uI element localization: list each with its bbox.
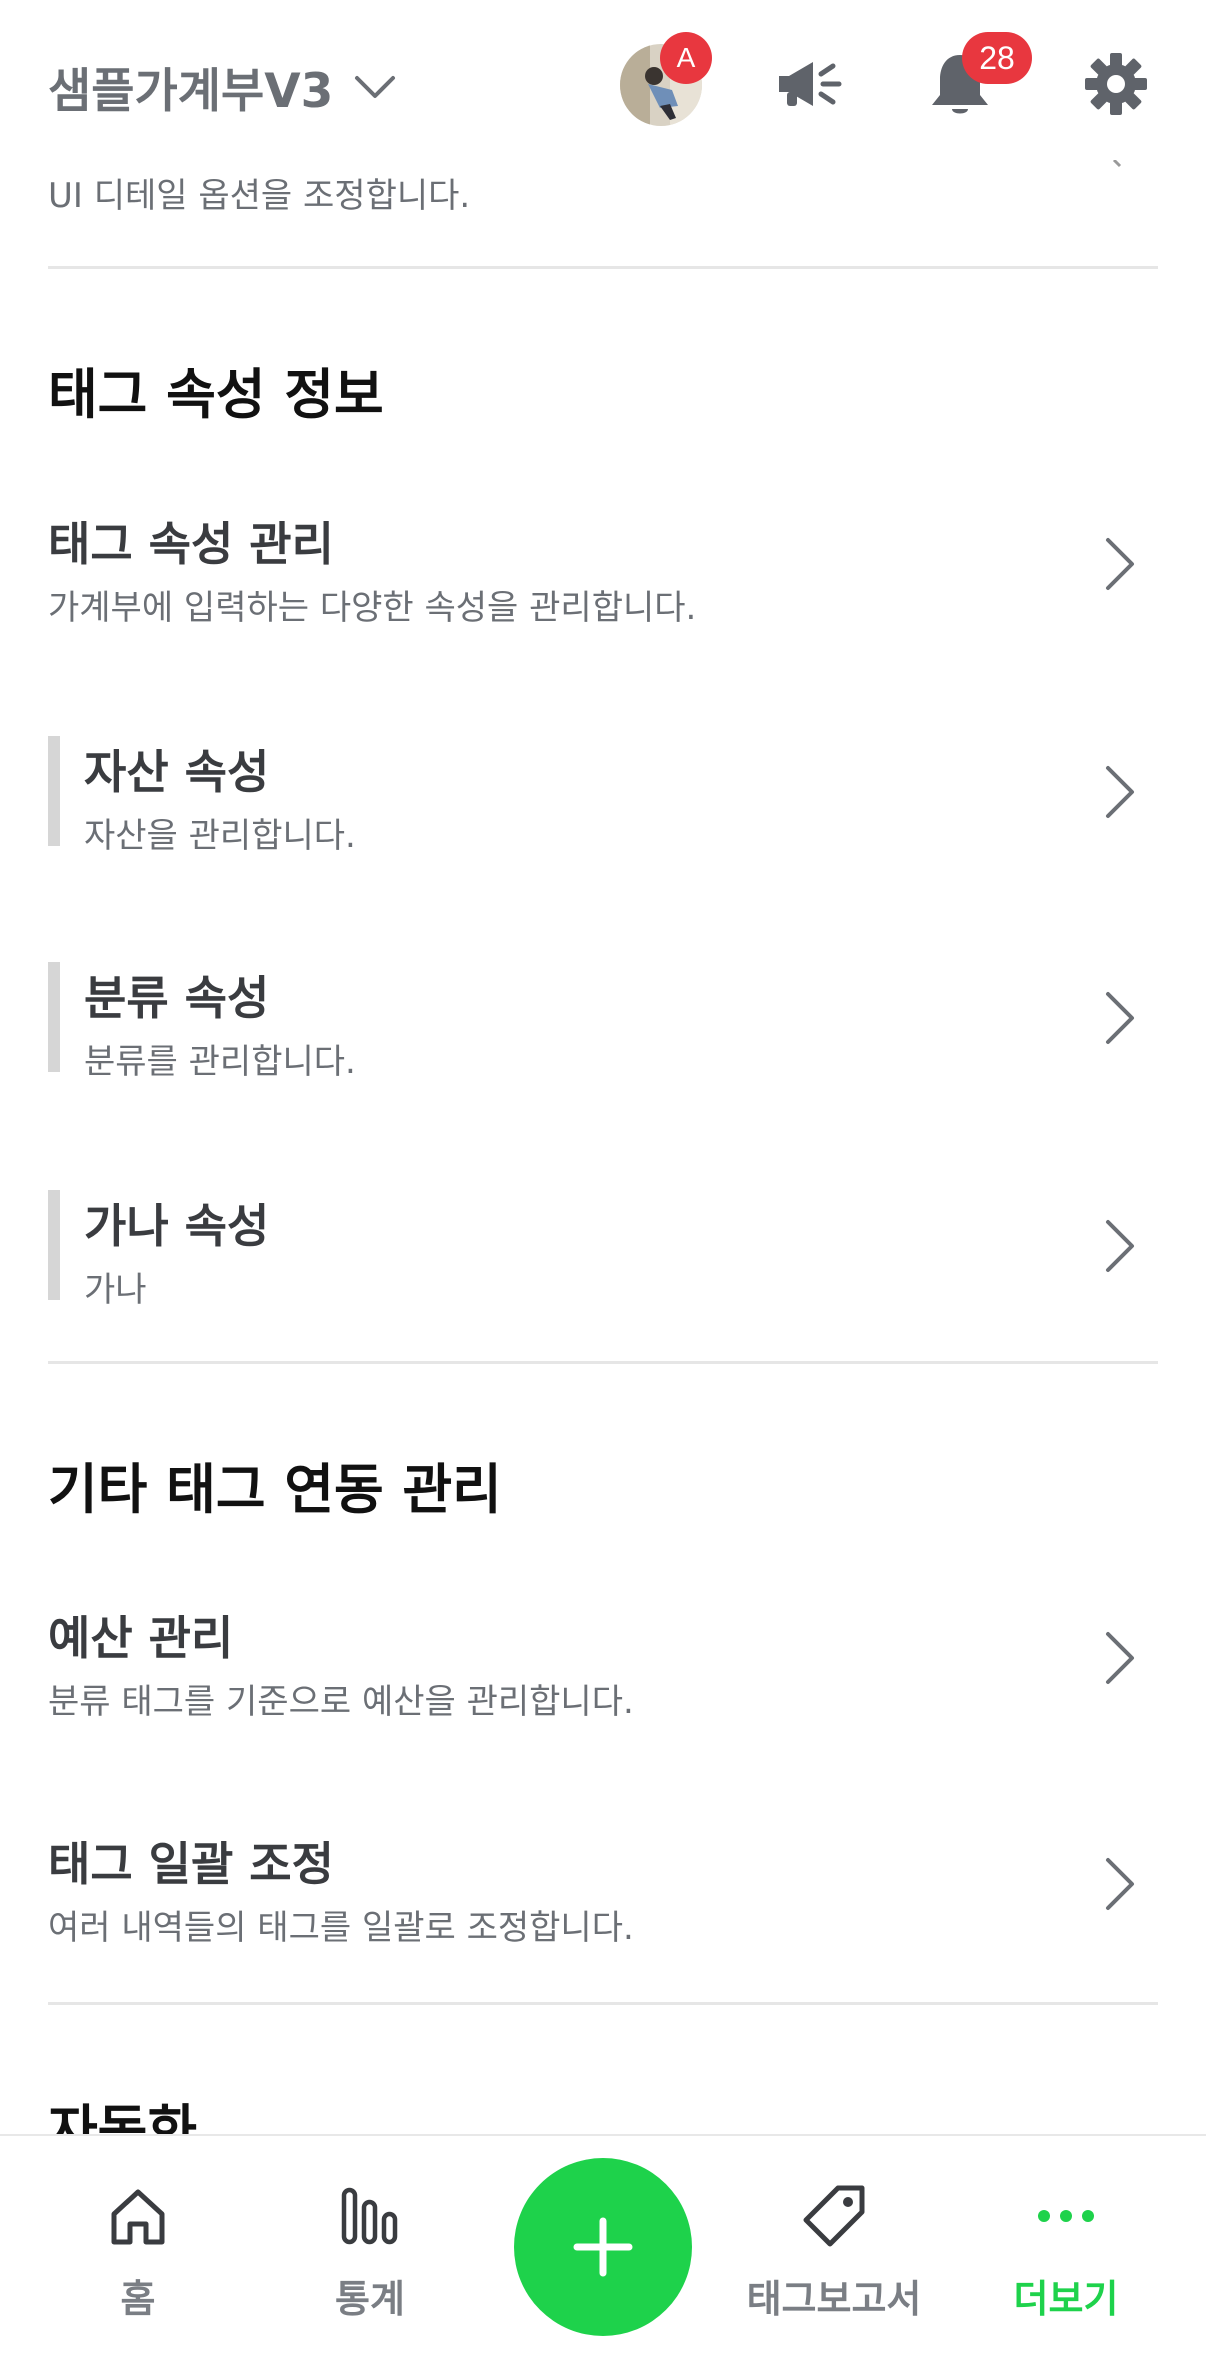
menu-item-tag-attribute-manage[interactable]: 태그 속성 관리 가계부에 입력하는 다양한 속성을 관리합니다.	[0, 508, 1206, 688]
chevron-right-icon	[1106, 992, 1134, 1044]
section-divider	[48, 2002, 1158, 2005]
nav-label: 더보기	[1013, 2277, 1119, 2321]
avatar-badge: A	[660, 32, 712, 84]
plus-icon	[573, 2217, 633, 2277]
indent-bar	[48, 1190, 60, 1300]
menu-item-title: 분류 속성	[84, 971, 270, 1025]
nav-item-tag-report[interactable]: 태그보고서	[734, 2180, 934, 2330]
section-title: 태그 속성 정보	[48, 363, 384, 426]
menu-item-subtitle: 여러 내역들의 태그를 일괄로 조정합니다.	[48, 1908, 634, 1948]
notification-count-badge: 28	[962, 32, 1032, 84]
menu-item-subtitle: 분류 태그를 기준으로 예산을 관리합니다.	[48, 1682, 634, 1722]
megaphone-icon[interactable]	[770, 44, 850, 124]
menu-item-title: 태그 속성 관리	[48, 517, 334, 571]
home-icon	[102, 2180, 174, 2252]
menu-item-title: 태그 일괄 조정	[48, 1837, 334, 1891]
book-selector[interactable]: 샘플가계부V3	[48, 52, 397, 121]
partial-item-subtitle: UI 디테일 옵션을 조정합니다.	[48, 176, 471, 216]
nav-label: 태그보고서	[746, 2277, 922, 2321]
menu-item-budget-manage[interactable]: 예산 관리 분류 태그를 기준으로 예산을 관리합니다.	[0, 1602, 1206, 1782]
menu-item-title: 예산 관리	[48, 1611, 234, 1665]
chevron-right-icon	[1106, 1858, 1134, 1910]
add-transaction-button[interactable]	[514, 2158, 692, 2336]
menu-item-title: 자산 속성	[84, 745, 270, 799]
nav-item-more[interactable]: 더보기	[966, 2180, 1166, 2330]
more-icon	[1030, 2180, 1102, 2252]
nav-item-stats[interactable]: 통계	[270, 2180, 470, 2330]
menu-item-gana-attribute[interactable]: 가나 속성 가나	[0, 1190, 1206, 1370]
menu-item-asset-attribute[interactable]: 자산 속성 자산을 관리합니다.	[0, 736, 1206, 916]
chevron-down-icon	[355, 75, 396, 98]
menu-item-title: 가나 속성	[84, 1199, 270, 1253]
chevron-right-icon	[1106, 538, 1134, 590]
nav-label: 홈	[120, 2277, 156, 2321]
indent-bar	[48, 736, 60, 846]
menu-item-category-attribute[interactable]: 분류 속성 분류를 관리합니다.	[0, 962, 1206, 1142]
gear-icon[interactable]	[1076, 44, 1156, 124]
menu-item-subtitle: 분류를 관리합니다.	[84, 1042, 356, 1082]
tag-icon	[798, 2180, 870, 2252]
book-title: 샘플가계부V3	[48, 64, 334, 119]
stats-icon	[334, 2180, 406, 2252]
indent-bar	[48, 962, 60, 1072]
nav-item-home[interactable]: 홈	[38, 2180, 238, 2330]
section-title: 기타 태그 연동 관리	[48, 1458, 502, 1521]
app-header: 샘플가계부V3 A 28	[0, 0, 1206, 160]
menu-item-subtitle: 자산을 관리합니다.	[84, 816, 356, 856]
nav-label: 통계	[335, 2277, 405, 2321]
menu-item-tag-bulk-adjust[interactable]: 태그 일괄 조정 여러 내역들의 태그를 일괄로 조정합니다.	[0, 1828, 1206, 2008]
section-divider	[48, 1361, 1158, 1364]
chevron-right-icon	[1106, 766, 1134, 818]
menu-item-subtitle: 가나	[84, 1270, 147, 1310]
chevron-right-icon	[1106, 1220, 1134, 1272]
chevron-right-icon	[1112, 158, 1122, 168]
section-divider	[48, 266, 1158, 269]
chevron-right-icon	[1106, 1632, 1134, 1684]
menu-item-subtitle: 가계부에 입력하는 다양한 속성을 관리합니다.	[48, 588, 697, 628]
